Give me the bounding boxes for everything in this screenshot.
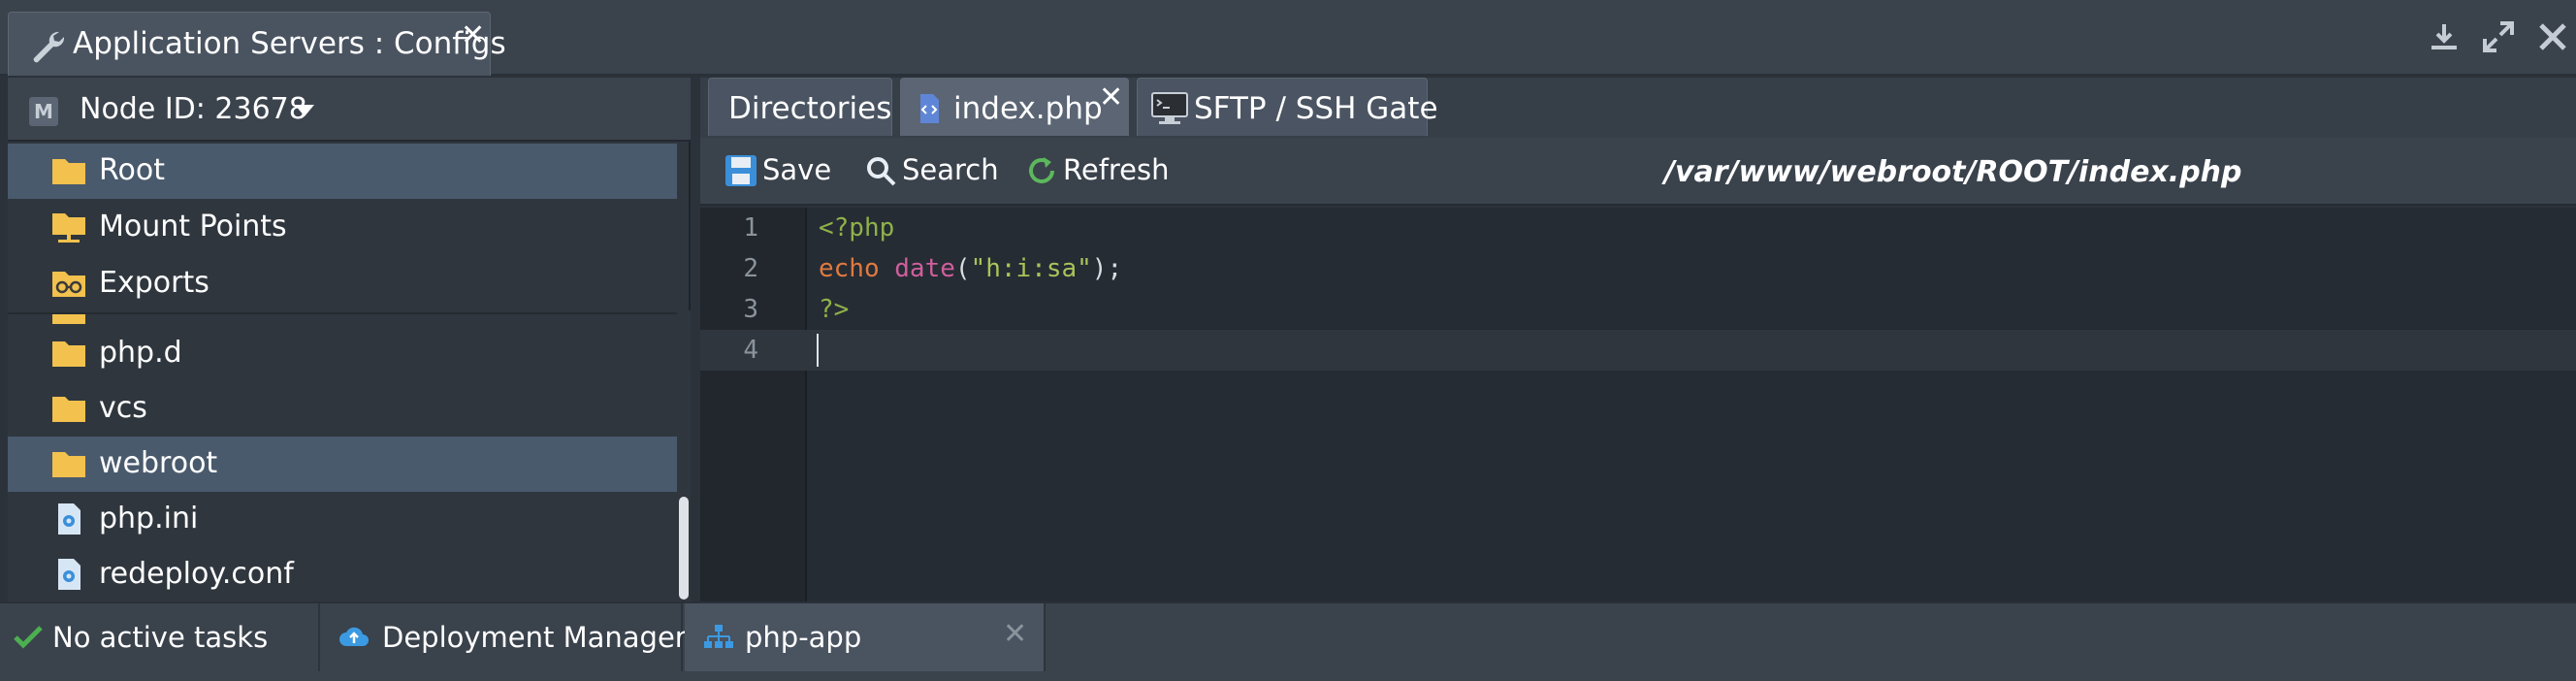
tree-item-label: redeploy.conf [99,557,294,591]
tree-item-exports[interactable]: Exports [8,256,677,311]
folder-icon [52,159,85,184]
node-type-badge: M [29,97,58,126]
refresh-label: Refresh [1063,153,1170,186]
save-button[interactable]: Save [724,151,840,190]
mount-folder-icon [52,213,85,243]
node-id-label: Node ID: 23678 [80,92,307,126]
refresh-icon [1029,157,1054,183]
tree-item-vcs[interactable]: vcs [8,381,677,437]
chevron-down-icon[interactable] [295,105,314,116]
task-bar: No active tasks Deployment Manager php-a… [0,601,2576,681]
code-line[interactable]: 3 ?> [700,289,2576,330]
tree-item-redeploy-conf[interactable]: redeploy.conf [8,547,677,602]
node-selector[interactable]: M Node ID: 23678 [8,78,691,142]
tree-item-label: vcs [99,391,147,425]
config-file-icon [58,559,80,590]
php-app-task[interactable]: php-app ✕ [685,603,1046,671]
wrench-icon [33,31,65,63]
exports-folder-icon [52,272,85,297]
code-string: "h:i:sa" [970,254,1092,283]
line-number: 3 [743,295,758,324]
window-tab-configs[interactable]: Application Servers : Configs ✕ [8,12,506,76]
tree-item-label: Exports [99,266,209,300]
tree-item-partial [8,314,677,326]
terminal-icon [1151,92,1188,124]
environment-topology-icon [704,625,733,648]
deployment-manager-label: Deployment Manager [382,621,687,654]
tasks-status[interactable]: No active tasks [0,603,320,671]
tab-label: SFTP / SSH Gate [1194,91,1438,126]
folder-icon [52,341,85,367]
tree-item-label: php.d [99,336,182,370]
editor-panel: Directories index.php ✕ SFTP / SSH Gate [700,78,2576,601]
file-path: /var/www/webroot/ROOT/index.php [1664,155,2242,189]
tab-label: Directories [728,91,892,126]
file-tree-panel: M Node ID: 23678 Root Mount Points Expor… [8,78,691,601]
tree-item-php-d[interactable]: php.d [8,326,677,381]
line-number: 2 [743,254,758,283]
checkmark-icon [14,626,43,649]
code-line[interactable]: 1 <?php [700,208,2576,248]
code-line-current[interactable]: 4 [700,330,2576,371]
tab-directories[interactable]: Directories [708,78,892,136]
close-window-icon[interactable] [2535,19,2570,54]
text-cursor [817,334,819,367]
php-close-tag: ?> [819,295,850,324]
tree-item-mount-points[interactable]: Mount Points [8,200,677,255]
code-editor[interactable]: 1 <?php 2 echo date("h:i:sa"); 3 ?> 4 [700,208,2576,601]
cloud-upload-icon [339,627,369,646]
code-punctuation: ( [954,254,971,283]
tab-index-php[interactable]: index.php ✕ [900,78,1129,136]
code-line[interactable]: 2 echo date("h:i:sa"); [700,248,2576,289]
close-tab-icon[interactable]: ✕ [1099,81,1123,114]
editor-toolbar: Save Search Refresh /var/www/webroot/ROO… [700,138,2576,206]
save-label: Save [762,153,832,186]
search-label: Search [902,153,999,186]
php-open-tag: <?php [819,213,895,243]
code-keyword: echo [819,254,880,283]
tree-item-label: Root [99,153,165,187]
tasks-status-label: No active tasks [52,621,269,654]
folder-icon [52,314,85,324]
code-function: date [894,254,955,283]
search-icon [867,157,896,186]
line-number: 1 [743,213,758,243]
download-icon[interactable] [2427,19,2462,54]
tree-item-label: webroot [99,446,218,480]
folder-icon [52,397,85,422]
tree-item-root[interactable]: Root [8,144,677,199]
window-title: Application Servers : Configs [73,26,506,61]
expand-icon[interactable] [2481,19,2516,54]
code-punctuation: ); [1091,254,1123,283]
tree-item-webroot[interactable]: webroot [8,437,677,492]
line-number: 4 [743,336,758,365]
window-tab-strip: Application Servers : Configs ✕ [0,0,2576,76]
tab-label: index.php [953,91,1103,126]
save-icon [725,155,757,186]
search-button[interactable]: Search [863,151,1009,190]
tree-scrollbar-thumb[interactable] [679,497,689,600]
close-task-icon[interactable]: ✕ [1003,617,1027,651]
tree-item-label: php.ini [99,502,199,535]
tab-sftp-ssh-gate[interactable]: SFTP / SSH Gate [1137,78,1438,136]
config-file-icon [58,503,80,535]
deployment-manager-button[interactable]: Deployment Manager [322,603,687,671]
tree-item-label: Mount Points [99,210,287,243]
folder-icon [52,452,85,477]
tree-item-php-ini[interactable]: php.ini [8,492,677,547]
tree-scrollbar[interactable] [677,310,691,601]
code-file-icon [920,94,939,123]
close-window-tab-icon[interactable]: ✕ [461,18,485,52]
refresh-button[interactable]: Refresh [1024,151,1179,190]
editor-tab-strip: Directories index.php ✕ SFTP / SSH Gate [700,78,2576,138]
php-app-label: php-app [745,621,862,654]
